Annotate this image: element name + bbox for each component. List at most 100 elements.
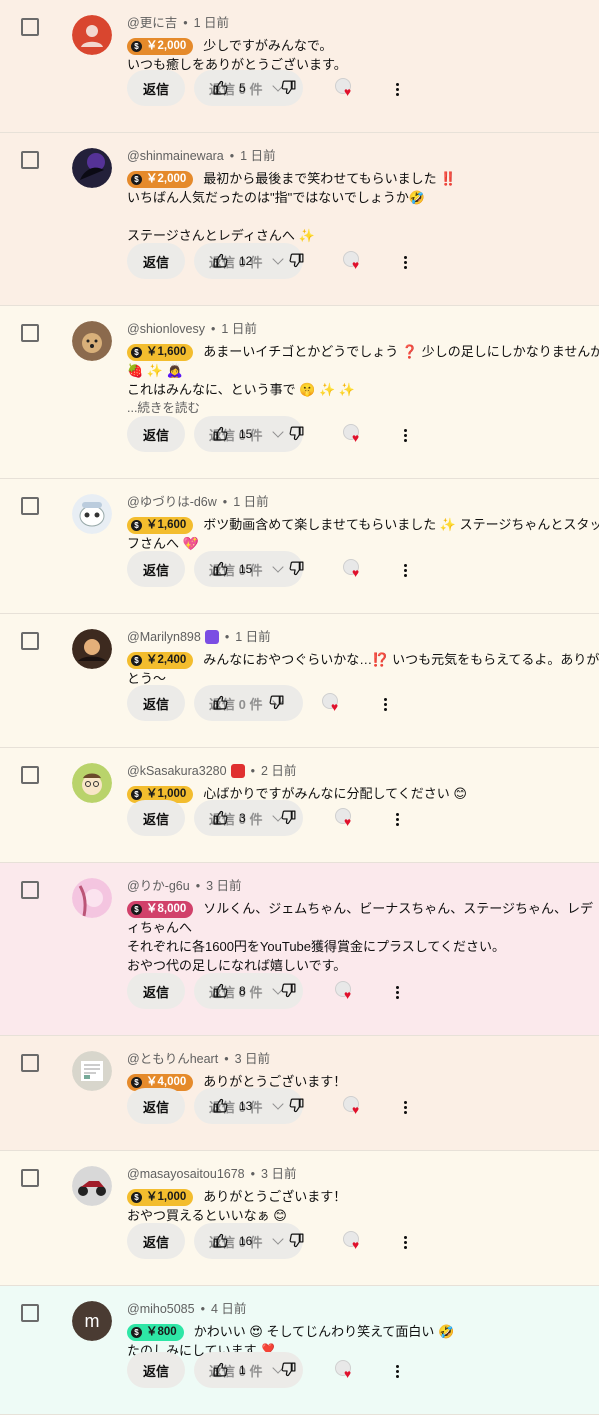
comment-author[interactable]: @Marilyn898 bbox=[127, 629, 201, 645]
comment-author[interactable]: @masayosaitou1678 bbox=[127, 1166, 245, 1182]
comment-text-line: ィちゃんへ bbox=[127, 920, 193, 935]
avatar[interactable] bbox=[72, 878, 112, 918]
like-button[interactable]: 8 bbox=[212, 982, 246, 999]
dislike-button[interactable] bbox=[280, 982, 297, 999]
comment-author[interactable]: @ゆづりは-d6w bbox=[127, 494, 217, 510]
creator-heart-button[interactable]: ♥ bbox=[343, 251, 365, 273]
creator-heart-button[interactable]: ♥ bbox=[322, 693, 344, 715]
comment-author[interactable]: @りか-g6u bbox=[127, 878, 190, 894]
avatar[interactable]: m bbox=[72, 1301, 112, 1341]
more-actions-button[interactable] bbox=[404, 254, 408, 271]
avatar[interactable] bbox=[72, 494, 112, 534]
select-checkbox[interactable] bbox=[21, 151, 39, 169]
comment-row: @りか-g6u • 3 日前 $ ￥8,000 ソルくん、ジェムちゃん、ビーナス… bbox=[0, 863, 599, 1036]
dislike-button[interactable] bbox=[288, 1232, 305, 1249]
reply-button[interactable]: 返信 bbox=[127, 1223, 185, 1259]
select-checkbox[interactable] bbox=[21, 1304, 39, 1322]
thumbs-up-icon bbox=[212, 1097, 229, 1114]
select-checkbox[interactable] bbox=[21, 766, 39, 784]
like-button[interactable]: 13 bbox=[212, 1097, 252, 1114]
creator-heart-button[interactable]: ♥ bbox=[343, 559, 365, 581]
reply-button[interactable]: 返信 bbox=[127, 1088, 185, 1124]
view-replies-button[interactable]: 返信 0 件 bbox=[194, 685, 303, 721]
avatar[interactable] bbox=[72, 321, 112, 361]
comment-time[interactable]: 1 日前 bbox=[233, 494, 268, 510]
comment-time[interactable]: 1 日前 bbox=[194, 15, 229, 31]
comment-time[interactable]: 3 日前 bbox=[235, 1051, 270, 1067]
comment-time[interactable]: 1 日前 bbox=[221, 321, 256, 337]
select-checkbox[interactable] bbox=[21, 881, 39, 899]
select-checkbox[interactable] bbox=[21, 497, 39, 515]
thumbs-up-icon bbox=[212, 694, 229, 711]
more-actions-button[interactable] bbox=[384, 696, 388, 713]
comment-time[interactable]: 3 日前 bbox=[206, 878, 241, 894]
avatar[interactable] bbox=[72, 1051, 112, 1091]
select-checkbox[interactable] bbox=[21, 324, 39, 342]
dislike-button[interactable] bbox=[288, 560, 305, 577]
avatar[interactable] bbox=[72, 629, 112, 669]
reply-button[interactable]: 返信 bbox=[127, 685, 185, 721]
more-actions-button[interactable] bbox=[404, 1099, 408, 1116]
comment-author[interactable]: @kSasakura3280 bbox=[127, 763, 227, 779]
reply-button[interactable]: 返信 bbox=[127, 70, 185, 106]
creator-heart-button[interactable]: ♥ bbox=[343, 1096, 365, 1118]
creator-heart-button[interactable]: ♥ bbox=[335, 808, 357, 830]
reply-button[interactable]: 返信 bbox=[127, 243, 185, 279]
reply-button[interactable]: 返信 bbox=[127, 416, 185, 452]
more-actions-button[interactable] bbox=[404, 1234, 408, 1251]
dislike-button[interactable] bbox=[288, 1097, 305, 1114]
more-vertical-icon bbox=[404, 256, 407, 259]
dislike-button[interactable] bbox=[268, 694, 285, 711]
dislike-button[interactable] bbox=[280, 79, 297, 96]
comment-author[interactable]: @miho5085 bbox=[127, 1301, 195, 1317]
comment-author[interactable]: @shinmainewara bbox=[127, 148, 224, 164]
like-button[interactable]: 12 bbox=[212, 252, 252, 269]
dislike-button[interactable] bbox=[280, 809, 297, 826]
creator-heart-button[interactable]: ♥ bbox=[335, 78, 357, 100]
comment-time[interactable]: 1 日前 bbox=[235, 629, 270, 645]
select-checkbox[interactable] bbox=[21, 18, 39, 36]
comment-time[interactable]: 4 日前 bbox=[211, 1301, 246, 1317]
comment-author[interactable]: @更に吉 bbox=[127, 15, 177, 31]
comment-author[interactable]: @ともりんheart bbox=[127, 1051, 218, 1067]
like-button[interactable]: 1 bbox=[212, 1361, 246, 1378]
like-button[interactable]: 5 bbox=[212, 79, 246, 96]
reply-button[interactable]: 返信 bbox=[127, 1352, 185, 1388]
comment-row: @shinmainewara • 1 日前 $ ￥2,000 最初から最後まで笑… bbox=[0, 133, 599, 306]
avatar[interactable] bbox=[72, 763, 112, 803]
like-button[interactable]: 16 bbox=[212, 1232, 252, 1249]
comment-time[interactable]: 2 日前 bbox=[261, 763, 296, 779]
creator-heart-button[interactable]: ♥ bbox=[343, 424, 365, 446]
avatar[interactable] bbox=[72, 148, 112, 188]
reply-button[interactable]: 返信 bbox=[127, 800, 185, 836]
more-actions-button[interactable] bbox=[396, 1363, 400, 1380]
comment-time[interactable]: 3 日前 bbox=[261, 1166, 296, 1182]
dislike-button[interactable] bbox=[280, 1361, 297, 1378]
comment-author[interactable]: @shionlovesy bbox=[127, 321, 205, 337]
super-thanks-badge: $ ￥1,000 bbox=[127, 1188, 194, 1206]
select-checkbox[interactable] bbox=[21, 1054, 39, 1072]
more-vertical-icon bbox=[396, 813, 399, 816]
avatar[interactable] bbox=[72, 1166, 112, 1206]
reply-button[interactable]: 返信 bbox=[127, 973, 185, 1009]
like-button[interactable]: 15 bbox=[212, 560, 252, 577]
select-checkbox[interactable] bbox=[21, 632, 39, 650]
reply-button[interactable]: 返信 bbox=[127, 551, 185, 587]
more-actions-button[interactable] bbox=[404, 427, 408, 444]
thumbs-down-icon bbox=[280, 79, 297, 96]
more-actions-button[interactable] bbox=[404, 562, 408, 579]
like-button[interactable]: 15 bbox=[212, 425, 252, 442]
dislike-button[interactable] bbox=[288, 252, 305, 269]
more-actions-button[interactable] bbox=[396, 811, 400, 828]
dislike-button[interactable] bbox=[288, 425, 305, 442]
creator-heart-button[interactable]: ♥ bbox=[343, 1231, 365, 1253]
avatar[interactable] bbox=[72, 15, 112, 55]
like-button[interactable] bbox=[212, 694, 239, 711]
like-button[interactable]: 3 bbox=[212, 809, 246, 826]
select-checkbox[interactable] bbox=[21, 1169, 39, 1187]
more-actions-button[interactable] bbox=[396, 81, 400, 98]
creator-heart-button[interactable]: ♥ bbox=[335, 981, 357, 1003]
more-actions-button[interactable] bbox=[396, 984, 400, 1001]
creator-heart-button[interactable]: ♥ bbox=[335, 1360, 357, 1382]
comment-time[interactable]: 1 日前 bbox=[240, 148, 275, 164]
